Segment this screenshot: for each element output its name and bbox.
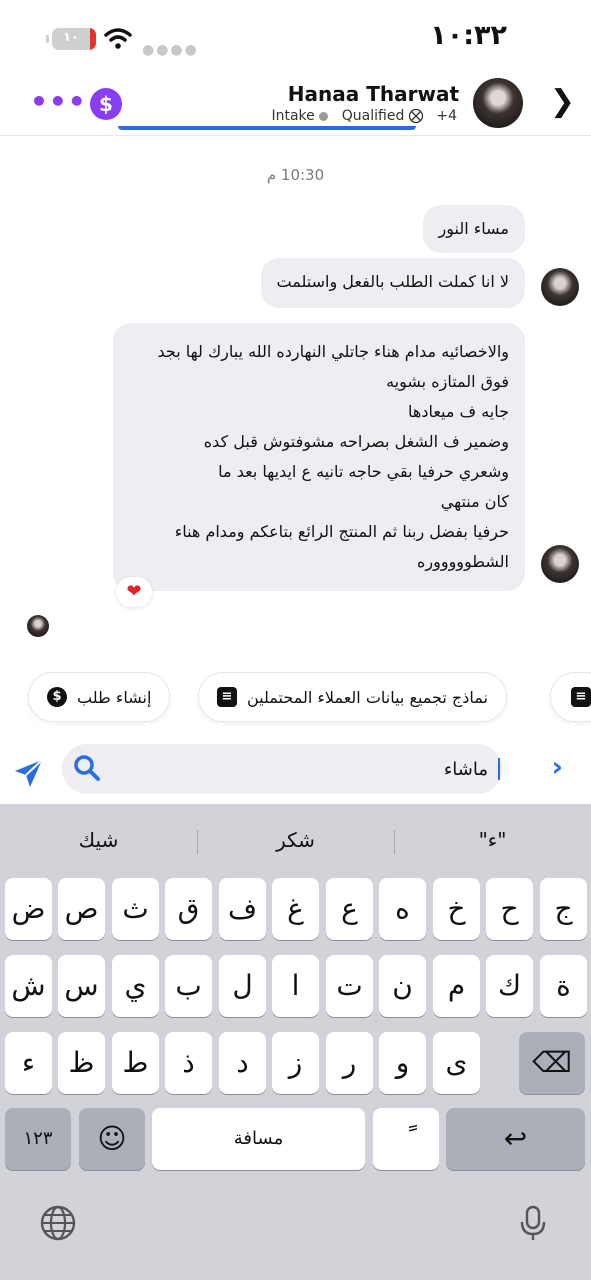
key[interactable]: ش [5, 955, 52, 1017]
more-options-icon[interactable]: ••• [30, 88, 87, 116]
contact-tags[interactable]: Intake Qualified +4 [271, 108, 457, 124]
key[interactable]: ي [112, 955, 159, 1017]
key[interactable]: غ [272, 878, 319, 940]
message-timestamp: 10:30 م [266, 166, 325, 184]
sender-avatar [541, 268, 579, 306]
dollar-icon[interactable]: $ [90, 88, 122, 120]
key[interactable]: خ [433, 878, 480, 940]
key[interactable]: ب [165, 955, 212, 1017]
chevron-right-icon[interactable]: › [551, 750, 563, 783]
dollar-icon: $ [47, 687, 67, 707]
key[interactable]: ض [5, 878, 52, 940]
key[interactable]: ع [326, 878, 373, 940]
message-input[interactable] [128, 744, 488, 794]
key[interactable]: ة [540, 955, 587, 1017]
key[interactable]: س [58, 955, 105, 1017]
key[interactable]: ط [112, 1032, 159, 1094]
key[interactable]: ذ [165, 1032, 212, 1094]
scroll-indicator [118, 126, 416, 130]
key[interactable]: ل [219, 955, 266, 1017]
form-icon: ≡ [217, 687, 237, 707]
battery-tip [46, 35, 49, 43]
signal-icon: ●●●● [142, 42, 199, 58]
create-order-chip[interactable]: إنشاء طلب $ [28, 672, 171, 722]
send-icon[interactable] [12, 756, 46, 790]
dot-icon [318, 111, 328, 121]
numbers-key[interactable]: ١٢٣ [5, 1108, 71, 1170]
key[interactable]: ق [165, 878, 212, 940]
heart-reaction-icon[interactable]: ❤ [116, 577, 152, 607]
status-time: ١٠:٣٢ [430, 20, 507, 51]
key[interactable]: ث [112, 878, 159, 940]
emoji-key-icon[interactable]: ☺ [79, 1108, 145, 1170]
qualified-icon [409, 108, 424, 124]
chevron-right-icon[interactable]: ❯ [550, 84, 575, 119]
battery-percent: ١٠ [63, 30, 79, 45]
contact-avatar[interactable] [473, 78, 523, 128]
lead-forms-chip[interactable]: نماذج تجميع بيانات العملاء المحتملين ≡ [198, 672, 507, 722]
key[interactable]: ى [433, 1032, 480, 1094]
key[interactable]: م [433, 955, 480, 1017]
suggestion-bar: شيك شكر "ء" [0, 814, 591, 866]
key[interactable]: ت [326, 955, 373, 1017]
wifi-icon [104, 28, 132, 49]
globe-icon[interactable] [39, 1204, 77, 1242]
sender-avatar [541, 545, 579, 583]
battery-icon: ١٠ [52, 28, 96, 50]
key[interactable]: ح [486, 878, 533, 940]
return-key-icon[interactable]: ↩ [446, 1108, 585, 1170]
key[interactable]: ص [58, 878, 105, 940]
battery-level [90, 28, 96, 50]
seen-avatar [27, 615, 49, 637]
space-key[interactable]: مسافة [152, 1108, 365, 1170]
key[interactable]: ر [326, 1032, 373, 1094]
tag-more-count: +4 [436, 108, 457, 124]
key[interactable]: ن [379, 955, 426, 1017]
create-order-label: إنشاء طلب [77, 687, 152, 707]
key[interactable]: د [219, 1032, 266, 1094]
message-bubble[interactable]: والاخصائيه مدام هناء جاتلي النهارده الله… [113, 323, 525, 591]
text-caret [498, 758, 500, 780]
more-chip[interactable]: ≡ [550, 672, 591, 722]
arabic-keyboard: شيك شكر "ء" ض ص ث ق ف غ ع ه خ ح ج ش س ي … [0, 804, 591, 1280]
delete-key-icon[interactable]: ⌫ [519, 1032, 585, 1094]
key[interactable]: ز [272, 1032, 319, 1094]
message-composer: › [0, 742, 591, 802]
key[interactable]: و [379, 1032, 426, 1094]
form-icon: ≡ [571, 687, 591, 707]
suggestion-item[interactable]: شيك [0, 814, 197, 866]
diacritic-key[interactable]: ً [373, 1108, 439, 1170]
suggestion-item[interactable]: "ء" [394, 814, 591, 866]
lead-forms-label: نماذج تجميع بيانات العملاء المحتملين [247, 687, 488, 707]
key[interactable]: ه [379, 878, 426, 940]
message-bubble[interactable]: لا انا كملت الطلب بالفعل واستلمت [260, 258, 525, 308]
message-bubble[interactable]: مساء النور [422, 205, 525, 253]
suggestion-item[interactable]: شكر [197, 814, 394, 866]
key[interactable]: ا [272, 955, 319, 1017]
key[interactable]: ك [486, 955, 533, 1017]
key[interactable]: ف [219, 878, 266, 940]
key[interactable]: ظ [58, 1032, 105, 1094]
key[interactable]: ج [540, 878, 587, 940]
tag-qualified: Qualified [341, 108, 405, 124]
search-icon[interactable] [72, 753, 102, 783]
contact-name[interactable]: Hanaa Tharwat [288, 82, 459, 106]
message-field[interactable] [62, 744, 502, 794]
microphone-icon[interactable] [514, 1204, 552, 1242]
key[interactable]: ء [5, 1032, 52, 1094]
status-bar: ١٠ ●●●● ١٠:٣٢ [0, 0, 591, 78]
tag-intake: Intake [271, 108, 315, 124]
